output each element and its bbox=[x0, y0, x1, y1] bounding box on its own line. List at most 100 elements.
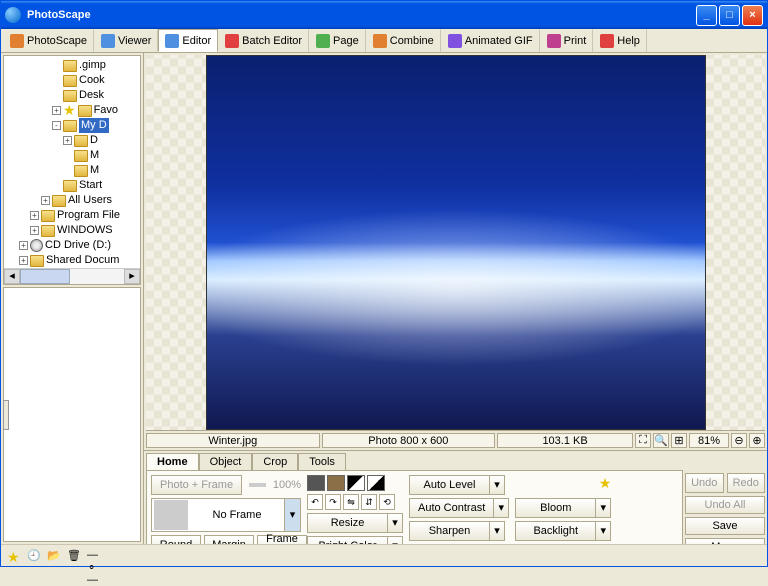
sharpen-button[interactable]: Sharpen bbox=[409, 521, 489, 541]
margin-button[interactable]: Margin bbox=[204, 535, 254, 544]
trash-icon[interactable]: 🗑 bbox=[67, 549, 81, 563]
favorite-icon[interactable]: ★ bbox=[7, 549, 21, 563]
tab-crop[interactable]: Crop bbox=[252, 453, 298, 470]
expand-icon[interactable]: + bbox=[63, 136, 72, 145]
autolevel-button[interactable]: Auto Level bbox=[409, 475, 489, 495]
status-dimensions: Photo 800 x 600 bbox=[322, 433, 496, 448]
tab-viewer[interactable]: Viewer bbox=[94, 29, 158, 52]
rotate-free-icon[interactable]: ⟲ bbox=[379, 494, 395, 510]
scroll-left-button[interactable]: ◂ bbox=[4, 269, 20, 284]
tree-node[interactable]: Start bbox=[8, 178, 140, 193]
tab-home[interactable]: Home bbox=[146, 453, 199, 470]
redo-button[interactable]: Redo bbox=[727, 473, 766, 493]
rotate-left-icon[interactable]: ↶ bbox=[307, 494, 323, 510]
browse-icon[interactable]: 📂 bbox=[47, 549, 61, 563]
chevron-down-icon[interactable]: ▾ bbox=[284, 499, 300, 531]
tab-print[interactable]: Print bbox=[540, 29, 594, 52]
tab-help[interactable]: Help bbox=[593, 29, 647, 52]
main-area: Winter.jpg Photo 800 x 600 103.1 KB ⛶ 🔍 … bbox=[144, 53, 767, 544]
tree-node[interactable]: +All Users bbox=[8, 193, 140, 208]
flip-v-icon[interactable]: ⇵ bbox=[361, 494, 377, 510]
expand-icon[interactable]: + bbox=[30, 226, 39, 235]
thumbnail-pane[interactable] bbox=[3, 287, 141, 542]
frame-percent: 100% bbox=[273, 479, 301, 491]
history-icon[interactable]: 🕘 bbox=[27, 549, 41, 563]
zoom-out-icon[interactable]: ⊖ bbox=[731, 433, 747, 448]
expand-icon[interactable]: + bbox=[19, 256, 28, 265]
frame-select[interactable]: No Frame ▾ bbox=[151, 498, 301, 532]
brightcolor-button[interactable]: Bright,Color bbox=[307, 536, 387, 544]
app-icon bbox=[5, 7, 21, 23]
fullscreen-icon[interactable]: ⛶ bbox=[635, 433, 651, 448]
rotate-right-icon[interactable]: ↷ bbox=[325, 494, 341, 510]
zoom-fit-icon[interactable]: 🔍 bbox=[653, 433, 669, 448]
frame-swatch-icon bbox=[154, 500, 188, 530]
autocontrast-dropdown[interactable]: ▾ bbox=[493, 498, 509, 518]
expand-icon[interactable]: - bbox=[52, 121, 61, 130]
tab-icon bbox=[316, 34, 330, 48]
tree-node[interactable]: Cook bbox=[8, 73, 140, 88]
maximize-button[interactable]: □ bbox=[719, 5, 740, 26]
star-icon[interactable]: ★ bbox=[599, 475, 612, 495]
photo-frame-button[interactable]: Photo + Frame bbox=[151, 475, 242, 495]
photo-preview[interactable] bbox=[206, 55, 706, 430]
expand-icon[interactable]: + bbox=[41, 196, 50, 205]
undo-all-button[interactable]: Undo All bbox=[685, 496, 765, 514]
tree-node[interactable]: M bbox=[8, 148, 140, 163]
undo-button[interactable]: Undo bbox=[685, 473, 724, 493]
tree-node[interactable]: .gimp bbox=[8, 58, 140, 73]
folder-tree[interactable]: .gimpCookDesk+★Favo-My D+DMMStart+All Us… bbox=[3, 55, 141, 285]
frame-line-button[interactable]: Frame Line bbox=[257, 535, 307, 544]
collapse-handle[interactable] bbox=[3, 400, 9, 430]
tab-page[interactable]: Page bbox=[309, 29, 366, 52]
titlebar[interactable]: PhotoScape _ □ × bbox=[1, 1, 767, 29]
tree-node[interactable]: +★Favo bbox=[8, 103, 140, 118]
frame-slider[interactable] bbox=[249, 483, 266, 487]
bloom-button[interactable]: Bloom bbox=[515, 498, 595, 518]
autolevel-dropdown[interactable]: ▾ bbox=[489, 475, 505, 495]
tab-combine[interactable]: Combine bbox=[366, 29, 441, 52]
tab-batch-editor[interactable]: Batch Editor bbox=[218, 29, 309, 52]
zoom-in-icon[interactable]: ⊕ bbox=[749, 433, 765, 448]
save-button[interactable]: Save bbox=[685, 517, 765, 535]
tree-node[interactable]: -My D bbox=[8, 118, 140, 133]
sepia-swatch[interactable] bbox=[327, 475, 345, 491]
scroll-right-button[interactable]: ▸ bbox=[124, 269, 140, 284]
scroll-thumb[interactable] bbox=[20, 269, 70, 284]
tree-node[interactable]: +WINDOWS bbox=[8, 223, 140, 238]
tree-node[interactable]: +D bbox=[8, 133, 140, 148]
flip-h-icon[interactable]: ⇋ bbox=[343, 494, 359, 510]
expand-icon[interactable]: + bbox=[52, 106, 61, 115]
minimize-button[interactable]: _ bbox=[696, 5, 717, 26]
autocontrast-button[interactable]: Auto Contrast bbox=[409, 498, 493, 518]
tab-object[interactable]: Object bbox=[199, 453, 253, 470]
zoom-actual-icon[interactable]: ⊞ bbox=[671, 433, 687, 448]
tab-photoscape[interactable]: PhotoScape bbox=[3, 29, 94, 52]
tab-tools[interactable]: Tools bbox=[298, 453, 346, 470]
sharpen-dropdown[interactable]: ▾ bbox=[489, 521, 505, 541]
backlight-dropdown[interactable]: ▾ bbox=[595, 521, 611, 541]
tree-hscroll[interactable]: ◂ ▸ bbox=[4, 268, 140, 284]
brightcolor-dropdown[interactable]: ▾ bbox=[387, 536, 403, 544]
slider-icon[interactable]: —⚬— bbox=[87, 549, 101, 563]
expand-icon[interactable]: + bbox=[30, 211, 39, 220]
tree-node[interactable]: Desk bbox=[8, 88, 140, 103]
tab-editor[interactable]: Editor bbox=[158, 29, 218, 52]
resize-dropdown[interactable]: ▾ bbox=[387, 513, 403, 533]
sidebar: .gimpCookDesk+★Favo-My D+DMMStart+All Us… bbox=[1, 53, 144, 544]
tree-node[interactable]: +Shared Docum bbox=[8, 253, 140, 268]
close-button[interactable]: × bbox=[742, 5, 763, 26]
bloom-dropdown[interactable]: ▾ bbox=[595, 498, 611, 518]
tree-node[interactable]: +CD Drive (D:) bbox=[8, 238, 140, 253]
invert-swatch[interactable] bbox=[367, 475, 385, 491]
gray-swatch[interactable] bbox=[307, 475, 325, 491]
canvas-area[interactable] bbox=[146, 55, 765, 431]
resize-button[interactable]: Resize bbox=[307, 513, 387, 533]
backlight-button[interactable]: Backlight bbox=[515, 521, 595, 541]
expand-icon[interactable]: + bbox=[19, 241, 28, 250]
bandw-swatch[interactable] bbox=[347, 475, 365, 491]
tree-node[interactable]: M bbox=[8, 163, 140, 178]
tab-animated-gif[interactable]: Animated GIF bbox=[441, 29, 540, 52]
round-button[interactable]: Round bbox=[151, 535, 201, 544]
tree-node[interactable]: +Program File bbox=[8, 208, 140, 223]
